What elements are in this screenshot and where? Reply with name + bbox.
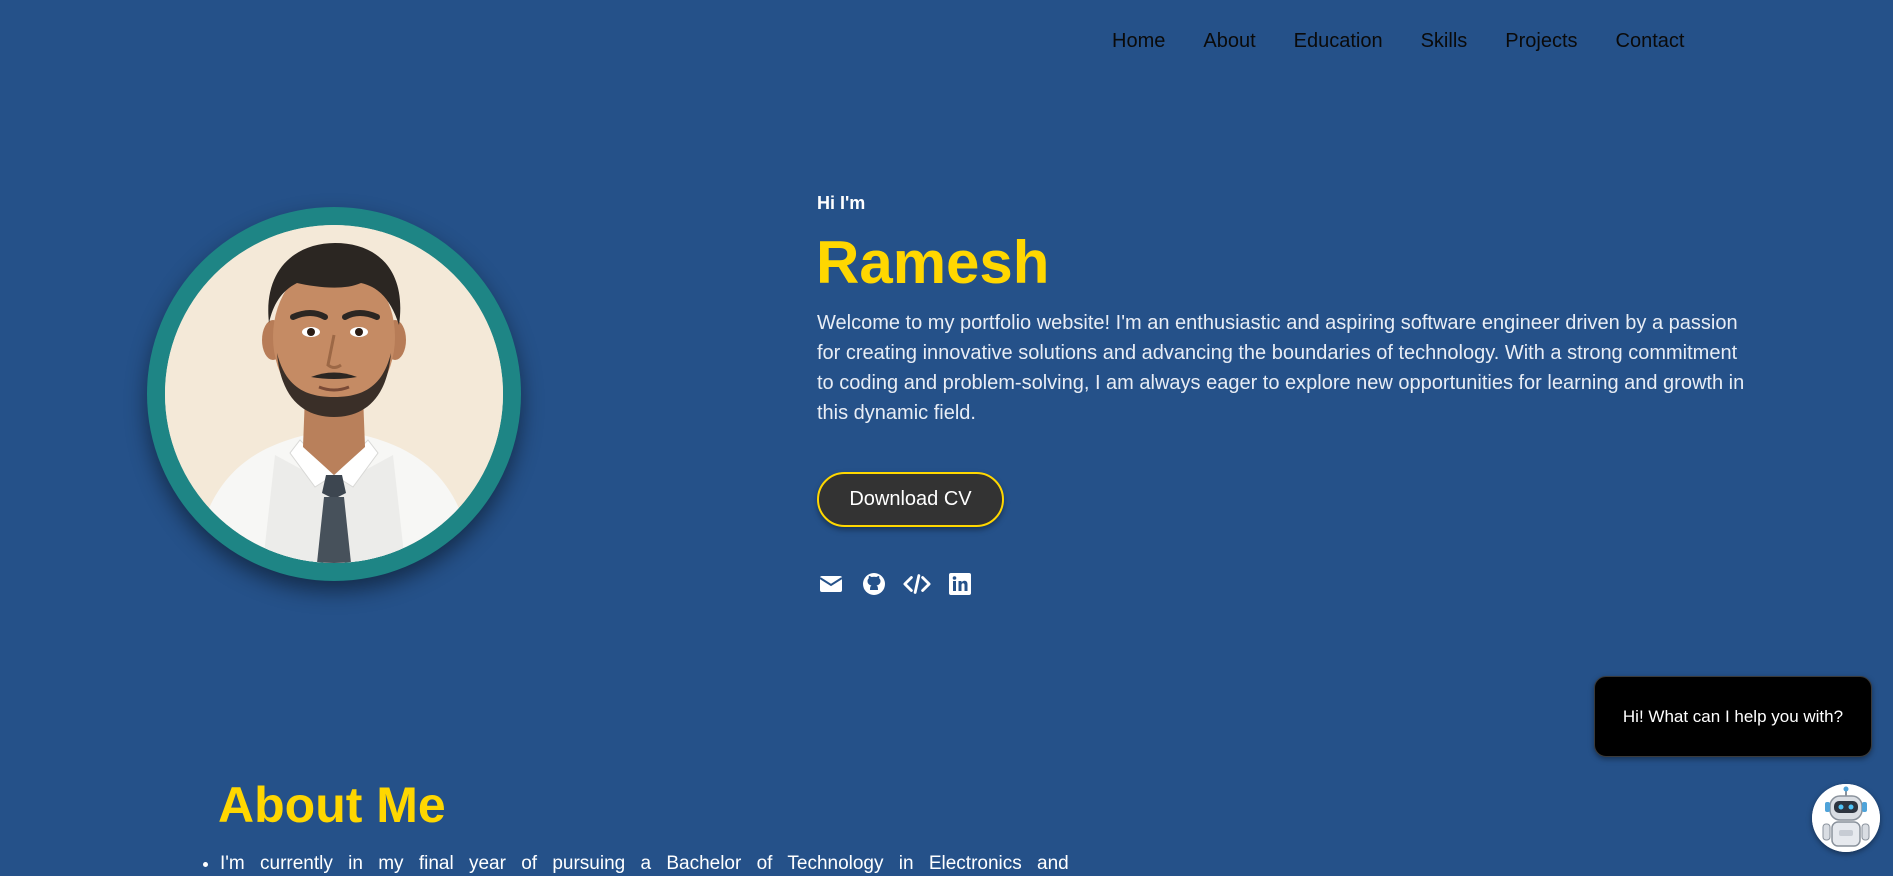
hero-intro: Welcome to my portfolio website! I'm an …	[817, 312, 1745, 424]
about-list-item: I'm currently in my final year of pursui…	[220, 852, 1100, 876]
social-links	[817, 572, 974, 596]
main-nav: Home About Education Skills Projects Con…	[1112, 28, 1722, 54]
nav-contact[interactable]: Contact	[1616, 28, 1685, 54]
nav-about[interactable]: About	[1203, 28, 1255, 54]
github-icon[interactable]	[860, 572, 888, 596]
code-icon[interactable]	[903, 572, 931, 596]
profile-portrait-illustration	[165, 225, 503, 563]
nav-projects[interactable]: Projects	[1505, 28, 1577, 54]
nav-home[interactable]: Home	[1112, 28, 1165, 54]
profile-photo-frame	[147, 207, 521, 581]
nav-education[interactable]: Education	[1294, 28, 1383, 54]
nav-skills[interactable]: Skills	[1421, 28, 1468, 54]
profile-photo	[165, 225, 503, 563]
about-section-title: About Me	[218, 777, 446, 833]
linkedin-icon[interactable]	[946, 572, 974, 596]
download-cv-button[interactable]: Download CV	[817, 472, 1004, 527]
envelope-icon[interactable]	[817, 572, 845, 596]
hero-greeting: Hi I'm	[817, 193, 866, 213]
hero-name: Ramesh	[816, 229, 1050, 296]
chatbot-robot-icon[interactable]	[1812, 784, 1880, 852]
about-list: I'm currently in my final year of pursui…	[200, 852, 1100, 876]
chat-greeting-bubble: Hi! What can I help you with?	[1594, 676, 1872, 757]
